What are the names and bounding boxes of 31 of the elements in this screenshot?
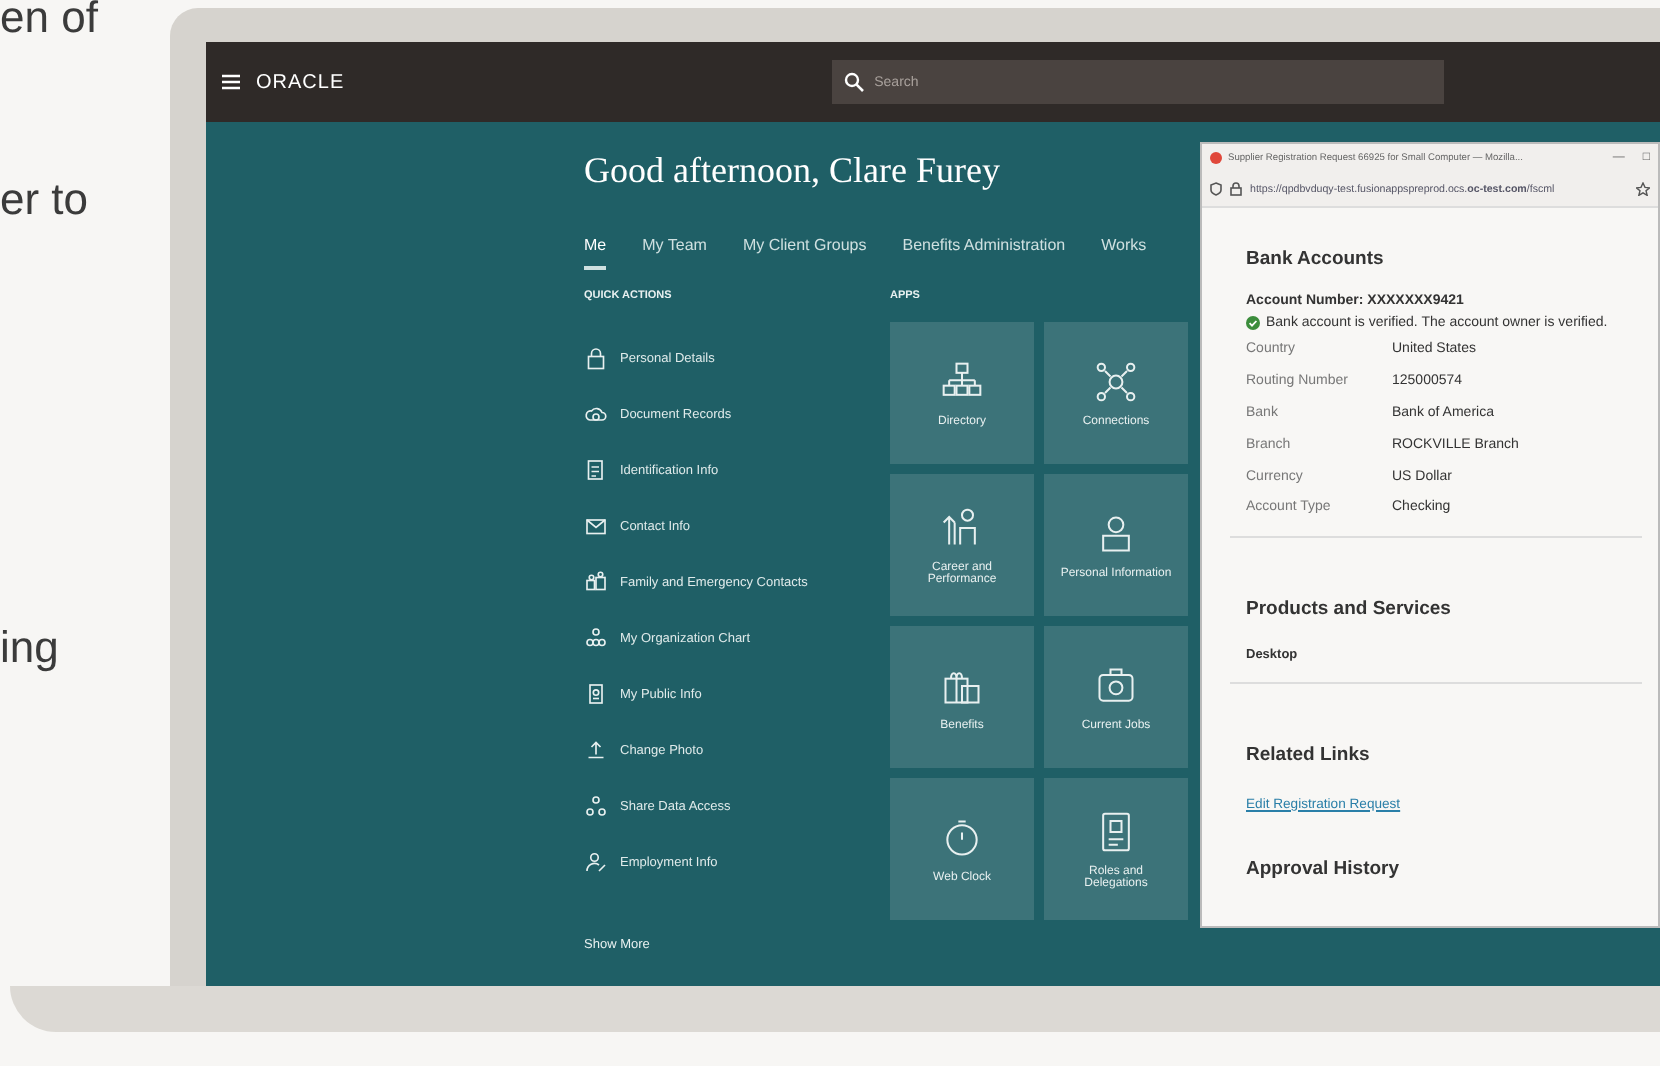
lock-icon (1230, 182, 1242, 196)
tab[interactable]: My Team (642, 236, 707, 270)
person-edit-icon (584, 850, 608, 874)
tab[interactable]: Benefits Administration (902, 236, 1066, 270)
share-nodes-icon (584, 794, 608, 818)
greeting: Good afternoon, Clare Furey (584, 150, 1000, 192)
network-icon (1094, 359, 1138, 403)
body-text: ing (0, 622, 61, 674)
cloud-icon (584, 402, 608, 426)
section-heading: Bank Accounts (1246, 248, 1386, 270)
check-circle-icon (1246, 316, 1260, 330)
document-icon (584, 458, 608, 482)
upload-icon (584, 738, 608, 762)
tab[interactable]: My Client Groups (742, 236, 867, 270)
browser-logo-icon (1210, 152, 1222, 164)
envelope-icon (584, 514, 608, 538)
id-card-icon (584, 682, 608, 706)
section-heading: Related Links (1246, 743, 1372, 766)
section-heading: Products and Services (1246, 597, 1453, 620)
logo: ORACLE (256, 71, 345, 93)
lock-icon (584, 346, 608, 370)
tab[interactable]: Me (584, 236, 607, 270)
tab[interactable]: Works (1101, 236, 1147, 270)
menu-icon[interactable] (222, 74, 240, 90)
body-text: en of (0, 0, 100, 44)
section-heading: Approval History (1246, 857, 1402, 880)
body-text: er to (0, 174, 91, 226)
stopwatch-icon (940, 815, 984, 859)
star-icon[interactable] (1636, 182, 1650, 196)
people-icon (584, 570, 608, 594)
shield-icon (1210, 182, 1222, 196)
